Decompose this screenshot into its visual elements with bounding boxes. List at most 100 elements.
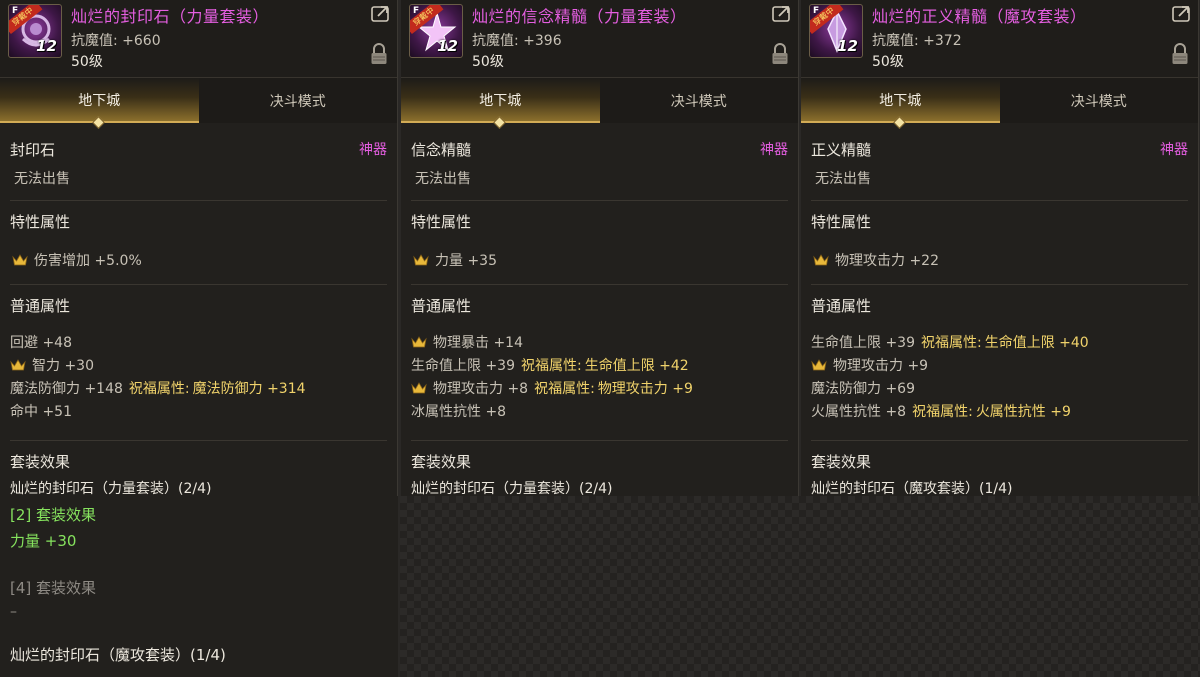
unsellable-label: 无法出售 xyxy=(815,171,871,187)
tab-dungeon[interactable]: 地下城 xyxy=(0,78,199,129)
tab-duel-mode[interactable]: 决斗模式 xyxy=(199,78,398,123)
rarity-label: 神器 xyxy=(760,142,788,158)
item-title: 灿烂的封印石（力量套装） xyxy=(71,7,270,26)
normal-stats-section: 普通属性回避 +48 智力 +30 魔法防御力 +148 祝福属性: 魔法防御力 +31… xyxy=(10,295,387,441)
normal-stat-line: 魔法防御力 +69 xyxy=(811,376,1188,399)
stat-text: 冰属性抗性 +8 xyxy=(411,403,507,420)
upgrade-level: 12 xyxy=(837,37,858,55)
normal-stat-line: 命中 +51 xyxy=(10,399,387,422)
lock-icon[interactable] xyxy=(771,42,789,66)
background-pattern xyxy=(400,496,1200,677)
item-type: 正义精髓 xyxy=(811,141,872,159)
item-level: 50级 xyxy=(472,54,504,70)
magic-resist-value: 抗魔值: +660 xyxy=(71,33,161,49)
active-tab-indicator xyxy=(493,116,507,129)
set-2-header: [2] 套装效果 xyxy=(10,506,97,524)
normal-stat-line: 智力 +30 xyxy=(10,353,387,376)
trait-header: 特性属性 xyxy=(411,213,472,231)
normal-stat-line: 物理攻击力 +8 祝福属性: 物理攻击力 +9 xyxy=(411,376,788,399)
stat-text: 生命值上限 +39 xyxy=(811,334,915,351)
share-icon[interactable] xyxy=(1172,4,1192,22)
bless-value: 生命值上限 +40 xyxy=(984,334,1089,351)
normal-stat-line: 魔法防御力 +148 祝福属性: 魔法防御力 +314 xyxy=(10,376,387,399)
bless-value: 生命值上限 +42 xyxy=(584,357,689,374)
set-2-value: 力量 +30 xyxy=(10,532,77,550)
item-icon: F 穿戴中 12 xyxy=(409,4,463,58)
bless-label: 祝福属性: xyxy=(534,380,595,397)
share-icon[interactable] xyxy=(772,4,792,22)
crown-icon xyxy=(411,381,427,394)
trait-stat: 物理攻击力 +22 xyxy=(813,250,1188,270)
tooltip-header: F 穿戴中 12 灿烂的信念精髓（力量套装） 抗魔值: +396 50级 xyxy=(401,0,798,78)
trait-stat: 伤害增加 +5.0% xyxy=(12,250,387,270)
tab-dungeon[interactable]: 地下城 xyxy=(801,78,1000,129)
magic-resist-value: 抗魔值: +396 xyxy=(472,33,562,49)
item-type-section: 封印石 神器 无法出售 xyxy=(10,139,387,201)
item-level: 50级 xyxy=(71,54,103,70)
set-progress: 灿烂的封印石（魔攻套装）(1/4) xyxy=(811,481,1013,496)
rarity-label: 神器 xyxy=(1160,142,1188,158)
item-type-row: 封印石 神器 xyxy=(10,139,387,160)
normal-stats-section: 普通属性 物理暴击 +14 生命值上限 +39 祝福属性: 生命值上限 +42 物理攻击力… xyxy=(411,295,788,441)
lock-icon[interactable] xyxy=(1171,42,1189,66)
set-effect-section: 套装效果 灿烂的封印石（力量套装）(2/4) xyxy=(10,451,387,498)
tab-duel-mode[interactable]: 决斗模式 xyxy=(600,78,799,123)
item-type: 封印石 xyxy=(10,141,56,159)
crown-icon xyxy=(12,254,28,266)
crown-icon xyxy=(413,254,429,266)
stat-text: 回避 +48 xyxy=(10,334,72,351)
bless-value: 火属性抗性 +9 xyxy=(975,403,1071,420)
trait-stat: 力量 +35 xyxy=(413,250,788,270)
trait-value: 伤害增加 +5.0% xyxy=(34,253,142,269)
item-type-section: 信念精髓 神器 无法出售 xyxy=(411,139,788,201)
stat-text: 智力 +30 xyxy=(32,357,94,374)
upgrade-level: 12 xyxy=(437,37,458,55)
tab-label: 地下城 xyxy=(78,92,121,109)
set-4-value: – xyxy=(10,604,17,620)
item-type: 信念精髓 xyxy=(411,141,472,159)
upgrade-level: 12 xyxy=(36,37,57,55)
tooltip-header: F 穿戴中 12 灿烂的正义精髓（魔攻套装） 抗魔值: +372 50级 xyxy=(801,0,1198,78)
stat-text: 物理攻击力 +8 xyxy=(433,380,529,397)
normal-stats-header: 普通属性 xyxy=(811,297,872,315)
tab-label: 决斗模式 xyxy=(269,93,326,110)
stat-text: 魔法防御力 +148 xyxy=(10,380,123,397)
tab-duel-mode[interactable]: 决斗模式 xyxy=(1000,78,1199,123)
stat-text: 物理攻击力 +9 xyxy=(833,357,929,374)
normal-stats-header: 普通属性 xyxy=(10,297,71,315)
item-title: 灿烂的正义精髓（魔攻套装） xyxy=(872,7,1087,26)
normal-stats-header: 普通属性 xyxy=(411,297,472,315)
crown-icon xyxy=(813,254,829,266)
item-type-row: 信念精髓 神器 xyxy=(411,139,788,160)
magic-resist-value: 抗魔值: +372 xyxy=(872,33,962,49)
item-comparison-view: F 穿戴中 12 灿烂的封印石（力量套装） 抗魔值: +660 50级 地下城 决斗模式 封印石… xyxy=(0,0,1200,677)
normal-stats-section: 普通属性 生命值上限 +39 祝福属性: 生命值上限 +40 物理攻击力 +9 魔法防御力… xyxy=(811,295,1188,441)
active-tab-indicator xyxy=(92,116,106,129)
set-4-header: [4] 套装效果 xyxy=(10,579,97,597)
trait-value: 物理攻击力 +22 xyxy=(835,253,939,269)
tooltip-body: 正义精髓 神器 无法出售 特性属性 物理攻击力 +22 普通属性 生命值上限 +39 祝福属性… xyxy=(801,139,1198,496)
trait-section: 特性属性力量 +35 xyxy=(411,211,788,285)
lock-icon[interactable] xyxy=(370,42,388,66)
set-effect-section: 套装效果 灿烂的封印石（力量套装）(2/4) xyxy=(411,451,788,496)
share-icon[interactable] xyxy=(371,4,391,22)
item-icon: F 穿戴中 12 xyxy=(809,4,863,58)
tab-dungeon[interactable]: 地下城 xyxy=(401,78,600,129)
normal-stat-line: 生命值上限 +39 祝福属性: 生命值上限 +42 xyxy=(411,353,788,376)
rarity-label: 神器 xyxy=(359,142,387,158)
stat-text: 魔法防御力 +69 xyxy=(811,380,915,397)
tooltip-header: F 穿戴中 12 灿烂的封印石（力量套装） 抗魔值: +660 50级 xyxy=(0,0,397,78)
active-tab-indicator xyxy=(893,116,907,129)
tab-label: 决斗模式 xyxy=(670,93,727,110)
item-tooltip-panel: F 穿戴中 12 灿烂的信念精髓（力量套装） 抗魔值: +396 50级地下城 决斗模式信念… xyxy=(401,0,799,496)
mode-tabs: 地下城 决斗模式 xyxy=(0,78,398,129)
tab-label: 地下城 xyxy=(479,92,522,109)
item-title: 灿烂的信念精髓（力量套装） xyxy=(472,7,687,26)
set-effect-header: 套装效果 xyxy=(10,453,71,471)
stat-text: 火属性抗性 +8 xyxy=(811,403,907,420)
tooltip-body: 信念精髓 神器 无法出售 特性属性 力量 +35 普通属性 物理暴击 +14 生命值上限 +3… xyxy=(401,139,798,496)
set-effect-section: 套装效果 灿烂的封印石（魔攻套装）(1/4) xyxy=(811,451,1188,496)
bless-label: 祝福属性: xyxy=(521,357,582,374)
trait-section: 特性属性 物理攻击力 +22 xyxy=(811,211,1188,285)
set-progress-secondary: 灿烂的封印石（魔攻套装）(1/4) xyxy=(10,646,226,664)
